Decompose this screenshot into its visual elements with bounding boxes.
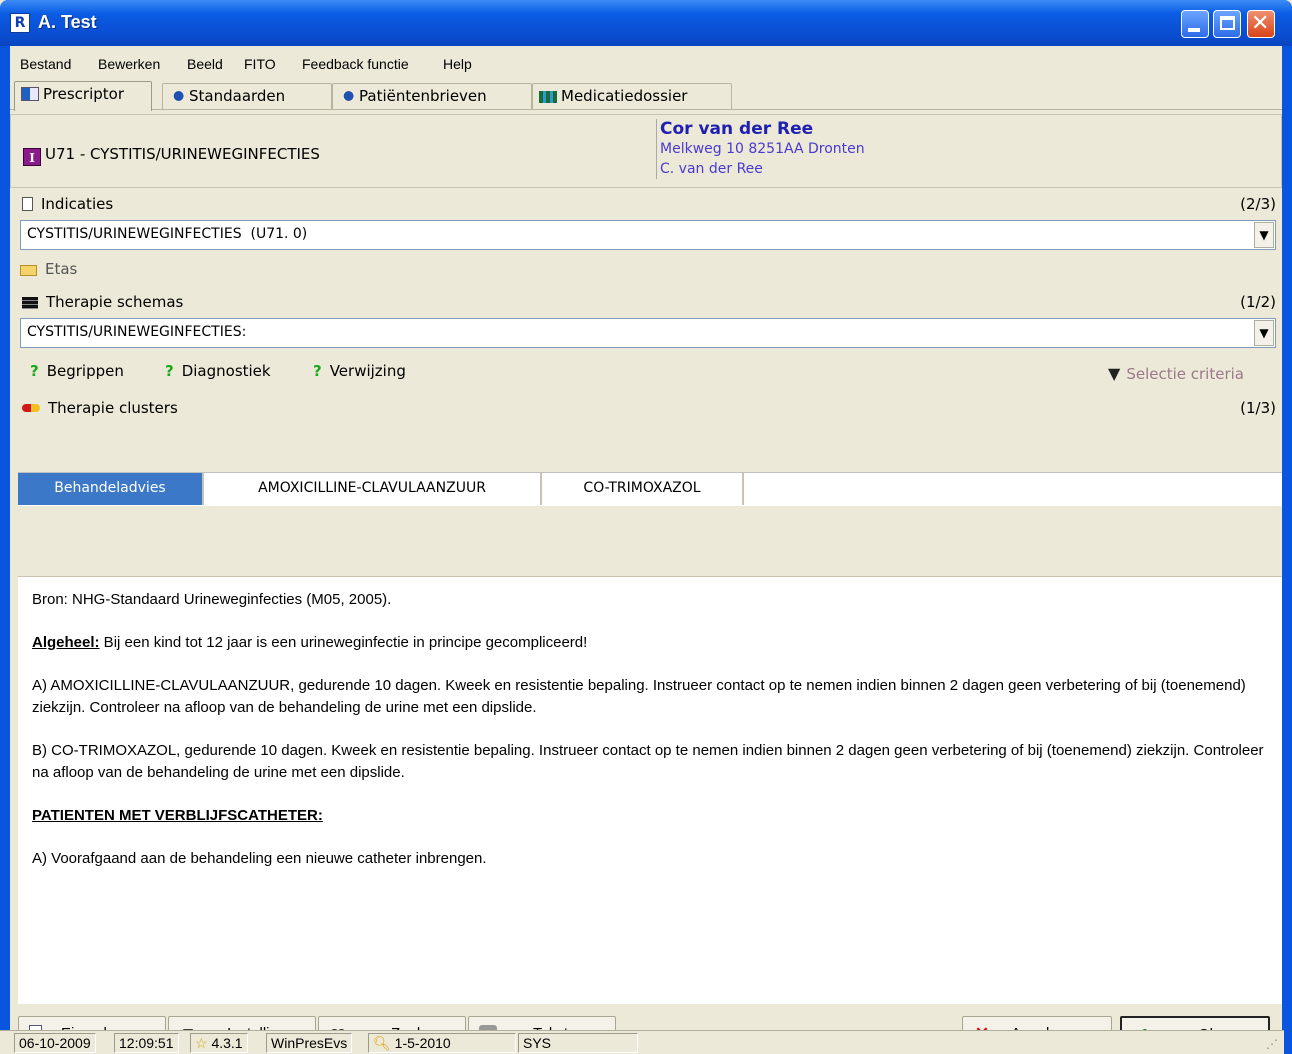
therapie-schemas-value: CYSTITIS/URINEWEGINFECTIES:: [27, 324, 247, 340]
cluster-tab-behandeladvies[interactable]: Behandeladvies: [18, 473, 204, 505]
catheter-heading: PATIENTEN MET VERBLIJFSCATHETER:: [32, 807, 323, 824]
status-version-cell: ☆ 4.3.1: [190, 1033, 248, 1053]
help-icon: ?: [165, 362, 174, 380]
patient-info: Cor van der Ree Melkweg 10 8251AA Dronte…: [656, 119, 865, 179]
filter-icon: ▼: [1108, 364, 1121, 383]
menu-beeld[interactable]: Beeld: [187, 56, 223, 72]
app-icon: R: [10, 13, 30, 33]
status-date: 06-10-2009: [14, 1033, 96, 1053]
therapie-clusters-count: (1/3): [1240, 399, 1276, 417]
star-icon: ☆: [195, 1035, 208, 1051]
standaarden-icon: [169, 89, 185, 103]
selectie-criteria-label: Selectie criteria: [1126, 365, 1244, 383]
selectie-criteria-link[interactable]: ▼ Selectie criteria: [1108, 364, 1244, 383]
patient-doctor: C. van der Ree: [660, 161, 763, 177]
help-icon: ?: [30, 362, 39, 380]
close-button[interactable]: ✕: [1247, 10, 1275, 38]
tab-patientenbrieven[interactable]: Patiëntenbrieven: [332, 83, 532, 109]
status-user: SYS: [518, 1033, 638, 1053]
schema-icon: [22, 297, 38, 309]
diagnostiek-link[interactable]: ? Diagnostiek: [165, 362, 271, 380]
client-area: Bestand Bewerken Beeld FITO Feedback fun…: [10, 46, 1282, 1052]
indicaties-header: Indicaties (2/3): [10, 192, 1282, 216]
menu-feedback-functie[interactable]: Feedback functie: [302, 56, 409, 72]
begrippen-label: Begrippen: [46, 362, 124, 380]
menu-bewerken[interactable]: Bewerken: [98, 56, 160, 72]
status-key-date: 1-5-2010: [394, 1035, 451, 1051]
algeheel-paragraph: Algeheel: Bij een kind tot 12 jaar is ee…: [32, 632, 1268, 654]
cluster-tabs: Behandeladvies AMOXICILLINE-CLAVULAANZUU…: [18, 472, 1282, 506]
option-b-paragraph: B) CO-TRIMOXAZOL, gedurende 10 dagen. Kw…: [32, 742, 1264, 781]
therapie-clusters-header: Therapie clusters (1/3): [10, 396, 1282, 420]
status-module: WinPresEvs: [266, 1033, 353, 1053]
tab-label: Medicatiedossier: [561, 87, 688, 105]
resize-grip-icon[interactable]: ⋰: [1266, 1037, 1278, 1051]
therapie-schemas-count: (1/2): [1240, 293, 1276, 311]
maximize-icon: [1220, 16, 1235, 30]
window-title: A. Test: [38, 12, 97, 32]
patient-name: Cor van der Ree: [660, 119, 814, 139]
therapie-schemas-select[interactable]: CYSTITIS/URINEWEGINFECTIES: ▼: [20, 318, 1276, 348]
status-license-cell: 🔍︎ 1-5-2010: [368, 1033, 516, 1053]
menu-fito[interactable]: FITO: [244, 56, 276, 72]
source-line: Bron: NHG-Standaard Urineweginfecties (M…: [32, 591, 392, 608]
prescriptor-icon: [21, 87, 39, 101]
status-bar: 06-10-2009 12:09:51 ☆ 4.3.1 WinPresEvs 🔍…: [0, 1030, 1284, 1054]
tab-label: Patiëntenbrieven: [359, 87, 487, 105]
help-icon: ?: [313, 362, 322, 380]
diagnosis-text: U71 - CYSTITIS/URINEWEGINFECTIES: [45, 145, 320, 163]
verwijzing-label: Verwijzing: [329, 362, 406, 380]
indicaties-count: (2/3): [1240, 195, 1276, 213]
tab-prescriptor[interactable]: Prescriptor: [14, 81, 152, 111]
therapie-schemas-header: Therapie schemas (1/2): [10, 290, 1282, 314]
cluster-tab-amoxicilline[interactable]: AMOXICILLINE-CLAVULAANZUUR: [204, 473, 542, 505]
maximize-button[interactable]: [1213, 10, 1241, 38]
verwijzing-link[interactable]: ? Verwijzing: [313, 362, 406, 380]
cluster-tab-co-trimoxazol[interactable]: CO-TRIMOXAZOL: [542, 473, 744, 505]
catheter-paragraph: A) Voorafgaand aan de behandeling een ni…: [32, 850, 487, 867]
document-icon: [22, 197, 33, 211]
minimize-button[interactable]: [1181, 10, 1209, 38]
therapie-schemas-label: Therapie schemas: [46, 293, 184, 311]
folder-icon: [20, 265, 37, 276]
therapie-clusters-label: Therapie clusters: [48, 399, 178, 417]
medicatiedossier-icon: [539, 91, 557, 103]
menu-bestand[interactable]: Bestand: [20, 56, 71, 72]
title-bar[interactable]: R A. Test ✕: [0, 0, 1292, 46]
close-icon: ✕: [1251, 11, 1270, 36]
algeheel-text: Bij een kind tot 12 jaar is een urineweg…: [99, 634, 588, 651]
tab-standaarden[interactable]: Standaarden: [162, 83, 332, 109]
tab-label: Prescriptor: [43, 85, 124, 103]
main-tabs: Prescriptor Standaarden Patiëntenbrieven…: [10, 80, 1282, 111]
diagnostiek-label: Diagnostiek: [181, 362, 271, 380]
minimize-icon: [1188, 28, 1200, 32]
patient-address: Melkweg 10 8251AA Dronten: [660, 141, 865, 157]
patientenbrieven-icon: [339, 89, 355, 103]
dropdown-arrow-icon[interactable]: ▼: [1254, 320, 1274, 346]
patient-header: I U71 - CYSTITIS/URINEWEGINFECTIES Cor va…: [10, 114, 1282, 188]
option-a-paragraph: A) AMOXICILLINE-CLAVULAANZUUR, gedurende…: [32, 677, 1246, 716]
dropdown-arrow-icon[interactable]: ▼: [1254, 222, 1274, 248]
begrippen-link[interactable]: ? Begrippen: [30, 362, 124, 380]
status-time: 12:09:51: [114, 1033, 179, 1053]
indicaties-value: CYSTITIS/URINEWEGINFECTIES (U71. 0): [27, 226, 308, 242]
indicaties-label: Indicaties: [41, 195, 114, 213]
etas-label: Etas: [45, 260, 78, 278]
indicaties-select[interactable]: CYSTITIS/URINEWEGINFECTIES (U71. 0) ▼: [20, 220, 1276, 250]
pill-icon: [22, 404, 40, 412]
key-icon: 🔍︎: [373, 1035, 391, 1051]
etas-link[interactable]: Etas: [20, 260, 77, 278]
algeheel-label: Algeheel:: [32, 634, 100, 651]
menu-help[interactable]: Help: [443, 56, 472, 72]
advice-text-panel: Bron: NHG-Standaard Urineweginfecties (M…: [18, 576, 1282, 1004]
diagnosis-badge-icon: I: [23, 148, 41, 166]
tab-label: Standaarden: [189, 87, 286, 105]
cluster-panel-spacer: [18, 506, 1282, 576]
status-version: 4.3.1: [211, 1035, 243, 1051]
diagnosis: I U71 - CYSTITIS/URINEWEGINFECTIES: [23, 145, 320, 166]
tab-medicatiedossier[interactable]: Medicatiedossier: [532, 83, 732, 109]
